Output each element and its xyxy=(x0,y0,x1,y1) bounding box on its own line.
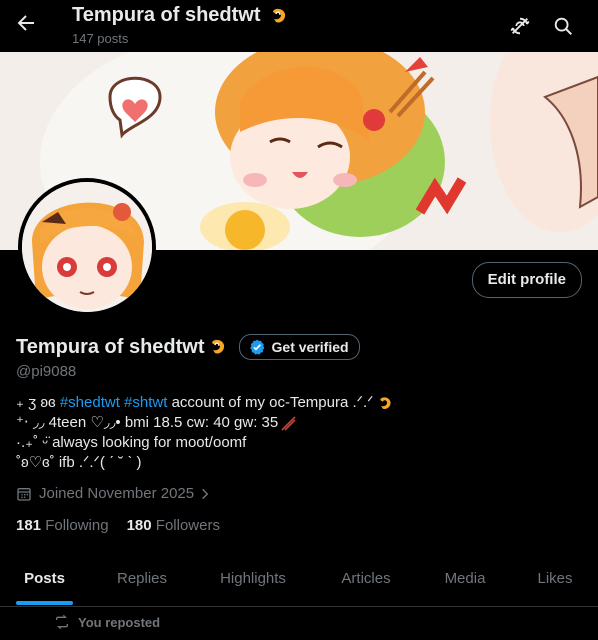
following-count: 181 xyxy=(16,517,42,534)
profile-bio: ₊ ʒ ʚɞ #shedtwt #shtwt account of my oc-… xyxy=(16,393,576,473)
shrimp-emoji-icon xyxy=(273,8,286,23)
active-tab-indicator xyxy=(16,601,73,605)
verified-badge-icon xyxy=(249,339,264,355)
profile-name: Tempura of shedtwt xyxy=(16,335,205,358)
tab-likes[interactable]: Likes xyxy=(524,556,586,606)
profile-handle: @pi9088 xyxy=(16,363,77,380)
post-count: 147 posts xyxy=(72,31,129,46)
joined-date[interactable]: Joined November 2025 xyxy=(16,485,212,502)
joined-label: Joined November 2025 xyxy=(39,485,195,502)
page-title: Tempura of shedtwt xyxy=(72,4,288,27)
avatar-illustration xyxy=(22,182,152,312)
followers-label: Followers xyxy=(155,517,220,534)
follow-stats: 181 Following 180 Followers xyxy=(16,517,220,534)
bio-text: account of my oc-Tempura .ᐟ.ᐟ xyxy=(171,394,374,411)
tab-articles[interactable]: Articles xyxy=(326,556,406,606)
hashtag-link[interactable]: #shtwt xyxy=(124,394,167,411)
followers-count: 180 xyxy=(126,517,152,534)
tab-posts[interactable]: Posts xyxy=(16,556,73,606)
search-icon[interactable] xyxy=(552,15,574,37)
get-verified-label: Get verified xyxy=(271,339,349,355)
following-label: Following xyxy=(45,517,109,534)
bio-line-2: ⁺‧ ◞◞ 4teen ♡◞◞• bmi 18.5 cw: 40 gw: 35 xyxy=(16,413,576,433)
tab-media[interactable]: Media xyxy=(430,556,500,606)
repost-context: You reposted xyxy=(54,614,160,630)
tab-replies[interactable]: Replies xyxy=(100,556,184,606)
profile-name-row: Tempura of shedtwt Get verified xyxy=(16,334,360,360)
calendar-icon xyxy=(17,487,31,501)
bio-prefix: ₊ ʒ ʚɞ xyxy=(16,394,56,411)
bio-line-1: ₊ ʒ ʚɞ #shedtwt #shtwt account of my oc-… xyxy=(16,393,576,413)
following-link[interactable]: 181 Following xyxy=(16,517,109,534)
bio-line-3: ·.₊˚ ᵕ̈ always looking for moot/oomf xyxy=(16,434,247,451)
back-arrow-icon[interactable] xyxy=(14,11,38,35)
avatar[interactable] xyxy=(18,178,156,316)
followers-link[interactable]: 180 Followers xyxy=(127,517,220,534)
get-verified-button[interactable]: Get verified xyxy=(238,334,360,360)
profile-tabs: Posts Replies Highlights Articles Media … xyxy=(0,556,598,607)
top-bar: Tempura of shedtwt 147 posts xyxy=(0,0,598,52)
bio-text: ⁺‧ ◞◞ 4teen ♡◞◞• bmi 18.5 cw: 40 gw: 35 xyxy=(16,414,279,431)
chevron-right-icon xyxy=(202,488,209,499)
tab-highlights[interactable]: Highlights xyxy=(208,556,298,606)
hashtag-link[interactable]: #shedtwt xyxy=(60,394,120,411)
repost-icon xyxy=(56,614,68,630)
subscribe-feed-icon[interactable] xyxy=(509,15,531,37)
repost-label: You reposted xyxy=(78,614,161,630)
shrimp-emoji-icon xyxy=(211,339,224,354)
shrimp-emoji-icon xyxy=(379,396,391,409)
edit-profile-button[interactable]: Edit profile xyxy=(471,262,582,298)
bio-line-4: ˚ʚ♡ɞ˚ ifb .ᐟ.ᐟ( ˊ ˘ ˋ ) xyxy=(16,454,142,471)
chopsticks-emoji-icon xyxy=(281,416,296,431)
